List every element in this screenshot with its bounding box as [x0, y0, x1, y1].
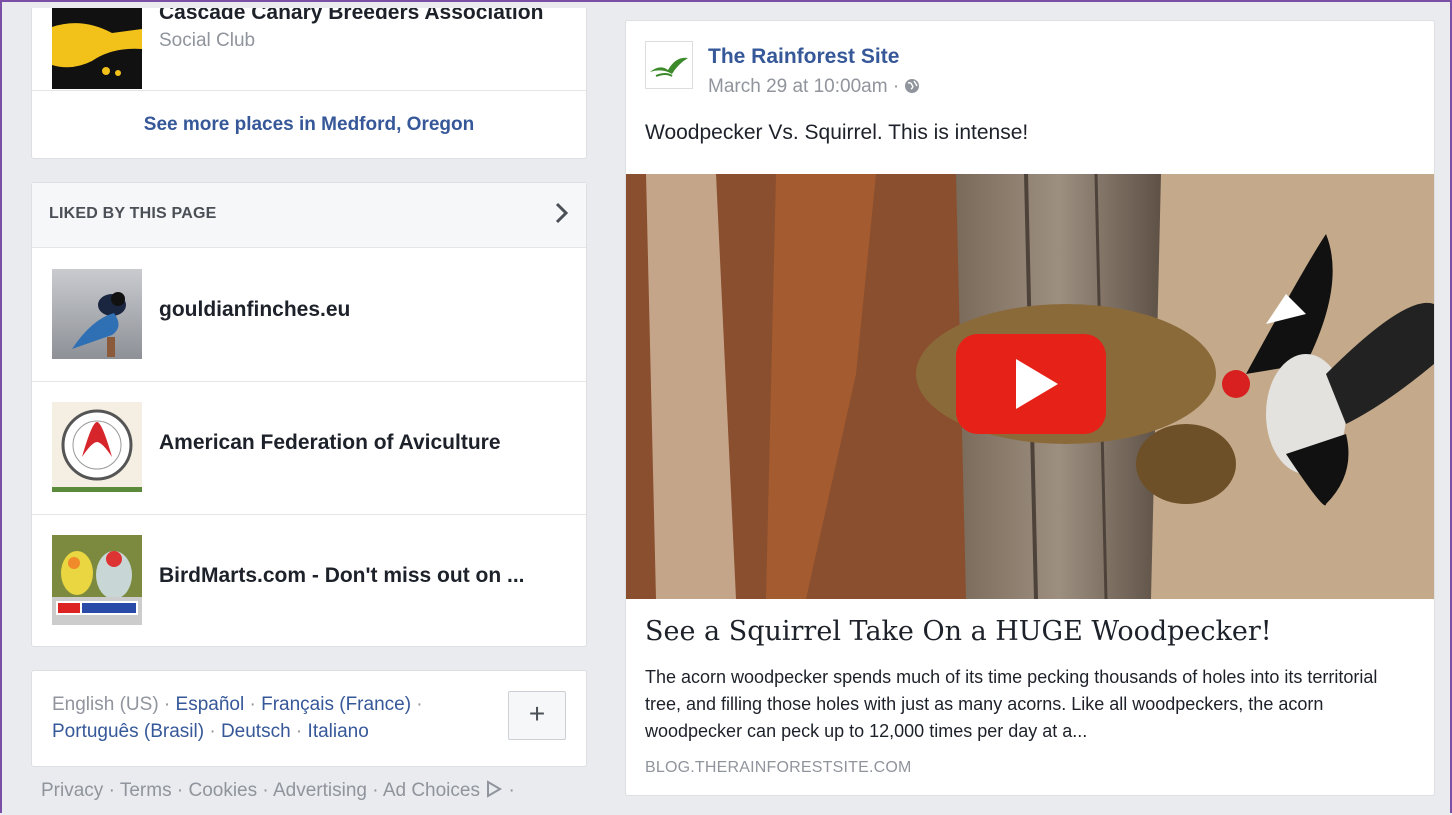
liked-page-name[interactable]: American Federation of Aviculture — [159, 431, 501, 455]
post-meta: March 29 at 10:00am · — [708, 76, 920, 98]
meta-separator: · — [892, 76, 900, 97]
link-description: The acorn woodpecker spends much of its … — [645, 667, 1378, 741]
rainforest-site-avatar[interactable] — [645, 41, 693, 89]
post-text: Woodpecker Vs. Squirrel. This is intense… — [645, 121, 1029, 144]
globe-icon — [904, 76, 920, 97]
see-more-places-link[interactable]: See more places in Medford, Oregon — [32, 91, 586, 159]
liked-by-page-card: LIKED BY THIS PAGE gouldianfinches.eu Am… — [31, 182, 587, 647]
video-thumbnail[interactable] — [626, 174, 1434, 599]
post-timestamp[interactable]: March 29 at 10:00am — [708, 76, 888, 97]
liked-page-item[interactable]: BirdMarts.com - Don't miss out on ... — [32, 514, 586, 647]
place-thumbnail — [52, 8, 142, 89]
liked-by-page-header[interactable]: LIKED BY THIS PAGE — [32, 183, 586, 248]
language-option-fr[interactable]: Français (France) — [261, 694, 411, 715]
page: Cascade Canary Breeders Association Soci… — [8, 8, 1448, 815]
language-option-es[interactable]: Español — [176, 694, 245, 715]
ad-choices-icon — [485, 780, 508, 801]
language-option-de[interactable]: Deutsch — [221, 721, 291, 742]
footer-link-advertising[interactable]: Advertising — [273, 780, 367, 801]
place-name[interactable]: Cascade Canary Breeders Association — [159, 8, 579, 25]
liked-page-item[interactable]: American Federation of Aviculture — [32, 381, 586, 515]
language-list: English (US) · Español · Français (Franc… — [52, 694, 423, 742]
liked-page-name[interactable]: gouldianfinches.eu — [159, 298, 350, 322]
link-domain: BLOG.THERAINFORESTSITE.COM — [645, 759, 912, 776]
link-title[interactable]: See a Squirrel Take On a HUGE Woodpecker… — [645, 616, 1272, 647]
footer-links: Privacy · Terms · Cookies · Advertising … — [41, 780, 515, 801]
footer-link-ad-choices[interactable]: Ad Choices — [383, 780, 480, 801]
feed-post: The Rainforest Site March 29 at 10:00am … — [625, 20, 1435, 796]
chevron-right-icon[interactable] — [554, 201, 570, 229]
post-author[interactable]: The Rainforest Site — [708, 45, 899, 69]
add-language-button[interactable]: + — [508, 691, 566, 740]
language-option-pt[interactable]: Português (Brasil) — [52, 721, 204, 742]
gouldianfinches-avatar — [52, 269, 142, 359]
footer-link-terms[interactable]: Terms — [120, 780, 172, 801]
places-card: Cascade Canary Breeders Association Soci… — [31, 8, 587, 159]
current-language: English (US) — [52, 694, 159, 715]
liked-page-name[interactable]: BirdMarts.com - Don't miss out on ... — [159, 564, 525, 588]
footer-link-privacy[interactable]: Privacy — [41, 780, 103, 801]
language-option-it[interactable]: Italiano — [308, 721, 369, 742]
american-federation-avatar — [52, 402, 142, 492]
language-card: English (US) · Español · Français (Franc… — [31, 670, 587, 767]
place-category: Social Club — [159, 30, 256, 51]
footer-link-cookies[interactable]: Cookies — [188, 780, 257, 801]
liked-page-item[interactable]: gouldianfinches.eu — [32, 248, 586, 382]
birdmarts-avatar — [52, 535, 142, 625]
liked-by-page-title: LIKED BY THIS PAGE — [49, 205, 217, 222]
place-item[interactable]: Cascade Canary Breeders Association Soci… — [32, 8, 586, 91]
